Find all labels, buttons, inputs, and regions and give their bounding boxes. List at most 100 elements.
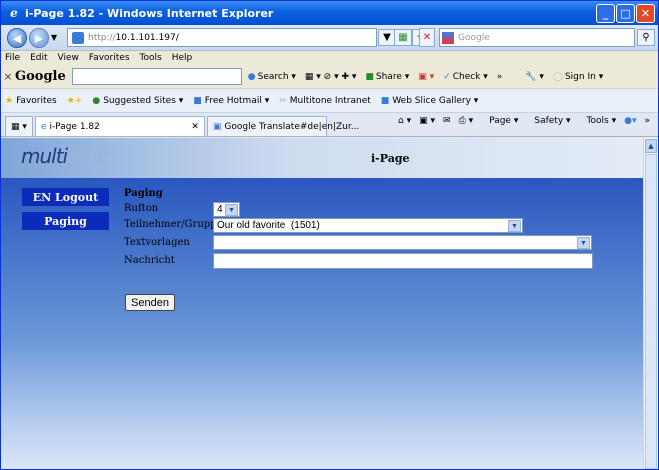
tab-ipage-label: i-Page 1.82 <box>49 121 100 132</box>
rufton-select[interactable]: 4 ▼ <box>213 202 240 217</box>
web-slice-icon: ■ <box>380 95 390 106</box>
forward-button[interactable]: ▶ <box>29 28 49 48</box>
page-content: multitone i-Page EN Logout Paging Paging… <box>1 138 643 469</box>
sign-in-button[interactable]: ◯ Sign In ▾ <box>553 72 603 82</box>
rufton-value: 4 <box>217 204 223 215</box>
textvorlagen-select[interactable]: ▼ <box>213 235 592 250</box>
safety-menu[interactable]: Safety ▾ <box>526 116 570 126</box>
paging-nav-button[interactable]: Paging <box>22 212 109 230</box>
nachricht-input[interactable] <box>213 253 593 269</box>
textvorlagen-label: Textvorlagen <box>124 237 190 248</box>
logout-button[interactable]: EN Logout <box>22 188 109 206</box>
google-search-input[interactable] <box>71 68 242 85</box>
favorites-bar: ★ Favorites ★+ ● Suggested Sites ▾ ■ Free H… <box>1 89 658 113</box>
menu-tools[interactable]: Tools <box>140 53 162 63</box>
address-row: ◀ ▶ ▼ http:// 10.1.101.197/ ▼ ▦ ⟲ ✕ Goog… <box>1 25 658 51</box>
page-icon <box>72 31 84 44</box>
menu-edit[interactable]: Edit <box>30 53 47 63</box>
feeds-icon[interactable]: ▣ ▾ <box>419 116 435 126</box>
search-go-icon[interactable]: ⚲ <box>637 29 655 46</box>
google-search-icon <box>442 31 454 44</box>
favorites-button[interactable]: ★ Favorites <box>5 96 57 106</box>
tools-menu[interactable]: Tools ▾ <box>579 116 617 126</box>
add-favorite-icon[interactable]: ★+ <box>67 96 83 106</box>
rufton-label: Rufton <box>124 203 159 214</box>
browser-window: e i-Page 1.82 - Windows Internet Explore… <box>0 0 659 470</box>
menu-view[interactable]: View <box>58 53 79 63</box>
teilnehmer-select[interactable]: Our old favorite (1501) ▼ <box>213 218 523 233</box>
fav-free-hotmail[interactable]: ■ Free Hotmail ▾ <box>193 96 269 106</box>
menu-help[interactable]: Help <box>172 53 193 63</box>
teilnehmer-label: Teilnehmer/Gruppe <box>124 219 223 230</box>
page-menu[interactable]: Page ▾ <box>481 116 518 126</box>
address-bar[interactable]: http:// 10.1.101.197/ <box>67 28 377 47</box>
compatibility-icon[interactable]: ▦ <box>394 29 412 46</box>
star-icon: ★ <box>5 95 14 106</box>
command-bar: ⌂ ▾ ▣ ▾ ✉ ⎙ ▾ Page ▾ Safety ▾ Tools ▾ ●▾… <box>390 116 650 126</box>
fav-multitone-intranet[interactable]: ✂ Multitone Intranet <box>279 96 371 106</box>
check-button[interactable]: ✓ Check ▾ <box>443 72 488 82</box>
app-header: multitone i-Page <box>1 138 643 178</box>
share-icon: ■ <box>365 71 374 82</box>
wrench-icon[interactable]: 🔧 ▾ <box>525 72 544 82</box>
vertical-scrollbar[interactable]: ▲ <box>643 138 658 469</box>
url-scheme: http:// <box>88 32 116 43</box>
tab-bar: ▦ ▾ e i-Page 1.82 ✕ ▣ Google Translate#d… <box>1 113 658 137</box>
menu-file[interactable]: File <box>5 53 20 63</box>
google-search-button[interactable]: ● Search ▾ <box>248 72 296 82</box>
ie-tab-icon: e <box>40 121 47 132</box>
close-toolbar-icon[interactable]: × <box>1 70 15 83</box>
scroll-thumb[interactable] <box>645 154 657 469</box>
scroll-up-icon[interactable]: ▲ <box>645 139 657 153</box>
help-icon[interactable]: ●▾ <box>624 116 636 126</box>
back-button[interactable]: ◀ <box>7 28 27 48</box>
more-button[interactable]: » <box>497 72 503 82</box>
teilnehmer-value: Our old favorite (1501) <box>217 220 320 231</box>
multitone-logo: multitone <box>21 144 109 168</box>
menu-bar: File Edit View Favorites Tools Help <box>1 51 658 65</box>
form-heading: Paging <box>124 188 163 199</box>
spell-icon[interactable]: ▣ ▾ <box>418 72 434 82</box>
page-title: i-Page <box>371 152 410 165</box>
suggested-sites-icon: ● <box>92 95 101 106</box>
chevron-down-icon: ▼ <box>508 220 521 232</box>
home-icon[interactable]: ⌂ ▾ <box>398 116 411 126</box>
app-main: EN Logout Paging Paging Rufton 4 ▼ Teiln… <box>1 178 643 469</box>
menu-favorites[interactable]: Favorites <box>89 53 130 63</box>
search-box[interactable]: Google <box>439 28 635 47</box>
tab-translate-label: Google Translate#de|en|Zur... <box>224 121 360 132</box>
close-button[interactable]: ✕ <box>636 4 655 23</box>
window-title: i-Page 1.82 - Windows Internet Explorer <box>25 6 274 20</box>
stop-icon[interactable]: ✕ <box>419 28 435 47</box>
mail-icon[interactable]: ✉ <box>443 116 451 126</box>
chevron-down-icon: ▼ <box>577 237 590 249</box>
google-toolbar: × Google ● Search ▾ ▦ ▾ ⊘ ▾ ✚ ▾ ■ Share ▾ … <box>1 65 658 89</box>
fav-web-slice-gallery[interactable]: ■ Web Slice Gallery ▾ <box>381 96 479 106</box>
history-dropdown-icon[interactable]: ▼ <box>51 33 57 42</box>
intranet-icon: ✂ <box>279 95 287 106</box>
hotmail-icon: ■ <box>193 95 202 106</box>
search-placeholder: Google <box>458 32 490 43</box>
share-button[interactable]: ■ Share ▾ <box>365 72 409 82</box>
url-host: 10.1.101.197/ <box>115 32 179 43</box>
close-tab-icon[interactable]: ✕ <box>191 122 199 132</box>
translate-tab-icon: ▣ <box>212 121 222 132</box>
quick-tabs-button[interactable]: ▦ ▾ <box>5 116 33 136</box>
user-icon: ◯ <box>552 71 563 82</box>
title-bar: e i-Page 1.82 - Windows Internet Explore… <box>1 1 658 25</box>
google-logo: Google <box>15 69 66 84</box>
spellcheck-icon: ✓ <box>443 71 451 82</box>
send-button[interactable]: Senden <box>125 294 175 311</box>
minimize-button[interactable]: _ <box>596 4 615 23</box>
tab-google-translate[interactable]: ▣ Google Translate#de|en|Zur... <box>206 116 359 136</box>
toolbar-buttons-icon[interactable]: ▦ ▾ ⊘ ▾ ✚ ▾ <box>305 72 356 82</box>
nachricht-label: Nachricht <box>124 255 175 266</box>
tab-ipage[interactable]: e i-Page 1.82 ✕ <box>34 116 205 136</box>
more-commands[interactable]: » <box>644 116 650 126</box>
search-icon: ● <box>247 71 256 82</box>
maximize-button[interactable]: □ <box>616 4 635 23</box>
chevron-down-icon: ▼ <box>225 204 238 216</box>
print-icon[interactable]: ⎙ ▾ <box>459 116 474 126</box>
fav-suggested-sites[interactable]: ● Suggested Sites ▾ <box>92 96 183 106</box>
ie-icon: e <box>10 6 18 20</box>
